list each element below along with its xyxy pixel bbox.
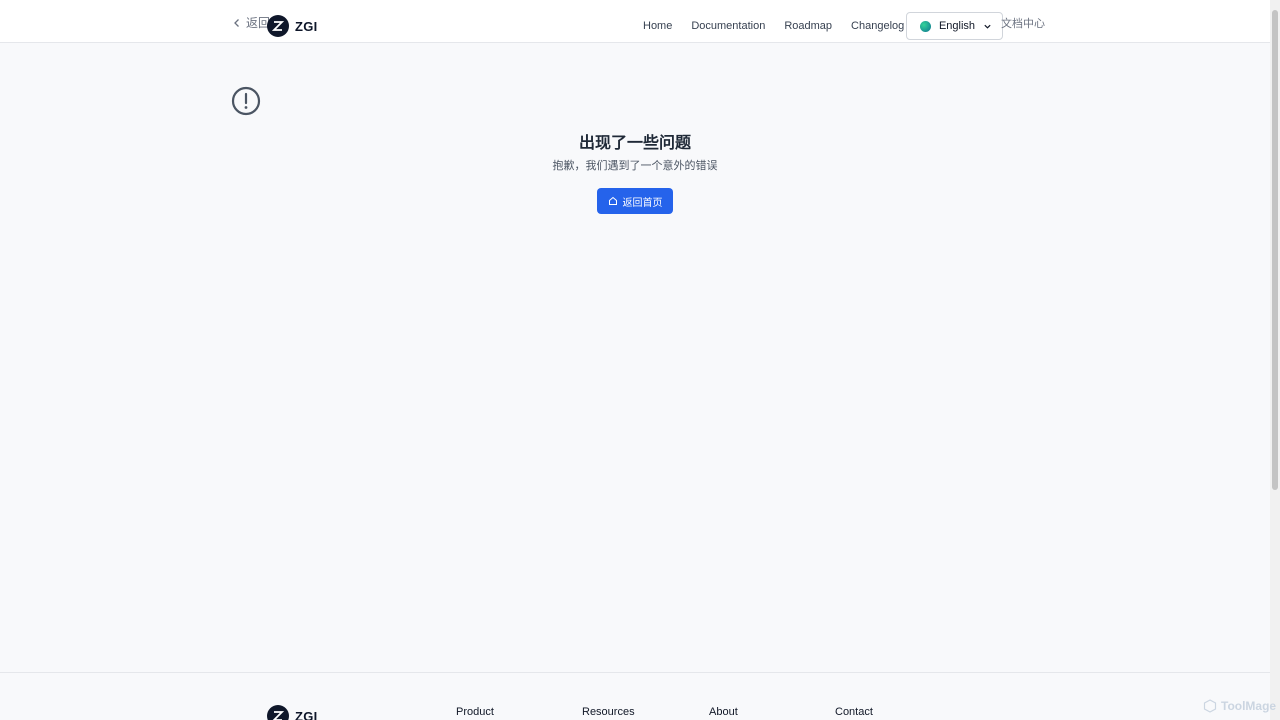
nav-documentation[interactable]: Documentation	[691, 20, 765, 32]
globe-icon	[920, 20, 931, 32]
error-title: 出现了一些问题	[578, 135, 691, 152]
chevron-down-icon	[984, 24, 991, 29]
language-value: English	[938, 20, 976, 32]
zgi-logo-icon	[267, 705, 289, 720]
zgi-logo-icon	[267, 15, 289, 37]
back-home-label: 返回首页	[622, 197, 663, 209]
footer-heading-contact: Contact	[835, 706, 873, 718]
chevron-left-icon	[234, 18, 239, 27]
footer-heading-resources: Resources	[582, 706, 635, 718]
back-link[interactable]: 返回	[232, 14, 270, 31]
logo-text: ZGI	[295, 18, 318, 34]
main-nav: Home Documentation Roadmap Changelog	[643, 20, 904, 32]
logo[interactable]: ZGI	[267, 15, 318, 37]
watermark: ToolMage	[1203, 699, 1276, 713]
footer: ZGI Product Resources About Contact	[0, 672, 1270, 720]
toolmage-logo-icon	[1203, 699, 1217, 713]
scrollbar[interactable]	[1270, 0, 1280, 720]
footer-heading-about: About	[709, 706, 738, 718]
doc-center-link[interactable]: 文档中心	[1001, 15, 1045, 31]
home-icon	[608, 196, 617, 205]
back-home-button[interactable]: 返回首页	[597, 188, 673, 214]
nav-roadmap[interactable]: Roadmap	[784, 20, 832, 32]
footer-logo-text: ZGI	[295, 708, 318, 720]
scrollbar-thumb[interactable]	[1272, 10, 1278, 490]
watermark-text: ToolMage	[1221, 699, 1277, 713]
top-navbar: 返回 ZGI Home Documentation Roadmap Change…	[0, 0, 1270, 43]
footer-heading-product: Product	[456, 706, 494, 718]
error-description: 抱歉，我们遇到了一个意外的错误	[552, 160, 718, 172]
alert-circle-icon	[231, 86, 261, 116]
footer-logo[interactable]: ZGI	[267, 705, 318, 720]
nav-changelog[interactable]: Changelog	[851, 20, 904, 32]
language-select[interactable]: English	[906, 12, 1003, 40]
nav-home[interactable]: Home	[643, 20, 672, 32]
